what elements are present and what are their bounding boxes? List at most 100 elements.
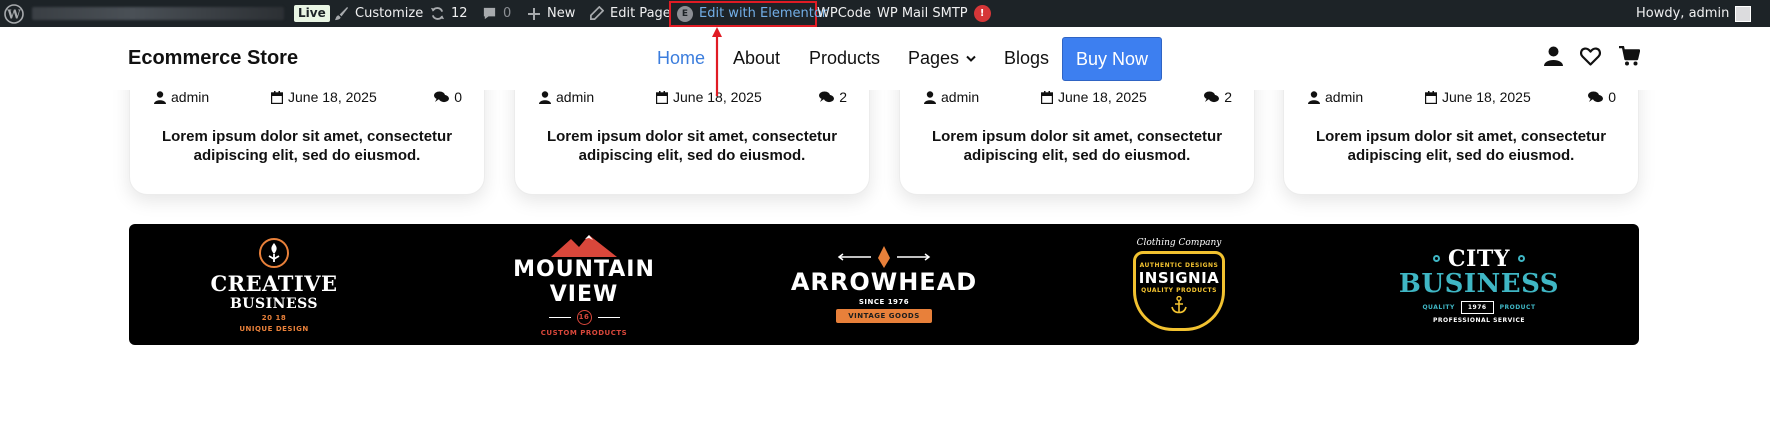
insignia-line3: QUALITY PRODUCTS [1141, 287, 1217, 294]
new-label: New [547, 6, 576, 21]
comments-icon [1588, 91, 1604, 103]
mountain-icon [551, 234, 617, 257]
nav-pages-label: Pages [908, 48, 960, 68]
mountain-subtitle: CUSTOM PRODUCTS [540, 328, 628, 337]
nav-home[interactable]: Home [657, 48, 705, 69]
insignia-line2: AUTHENTIC DESIGNS [1139, 262, 1219, 269]
avatar [1735, 5, 1752, 22]
wpcode-link[interactable]: WPCode [817, 0, 871, 27]
creative-line2: BUSINESS [229, 295, 319, 312]
city-right-label: PRODUCT [1499, 303, 1536, 311]
city-title: CITY [1448, 245, 1510, 272]
user-icon [924, 90, 936, 104]
flame-emblem-icon [259, 237, 289, 268]
chevron-down-icon [966, 55, 976, 62]
post-date: June 18, 2025 [1041, 89, 1147, 105]
post-excerpt: Lorem ipsum dolor sit amet, consectetur … [546, 128, 838, 164]
nav-products[interactable]: Products [809, 48, 880, 69]
customize-link[interactable]: Customize [334, 0, 423, 27]
comments-icon [819, 91, 835, 103]
calendar-icon [271, 90, 283, 104]
post-comments[interactable]: 2 [819, 89, 847, 105]
comments-icon [434, 91, 450, 103]
site-name-link[interactable] [32, 7, 284, 20]
creative-line4: UNIQUE DESIGN [239, 324, 309, 333]
wordpress-icon[interactable]: W [4, 0, 24, 27]
user-icon [539, 90, 551, 104]
edit-page-label: Edit Page [610, 6, 671, 21]
mountain-title: MOUNTAIN VIEW [513, 256, 655, 307]
brush-icon [334, 6, 349, 21]
post-comments[interactable]: 0 [434, 89, 462, 105]
post-date: June 18, 2025 [271, 89, 377, 105]
arrowhead-since: SINCE 1976 [858, 298, 910, 306]
post-excerpt: Lorem ipsum dolor sit amet, consectetur … [161, 128, 453, 164]
nav-blogs[interactable]: Blogs [1004, 48, 1049, 69]
smtp-label: WP Mail SMTP [877, 6, 968, 21]
updates-link[interactable]: 12 [430, 0, 468, 27]
edit-page-link[interactable]: Edit Page [589, 0, 671, 27]
new-link[interactable]: New [527, 0, 575, 27]
calendar-icon [1041, 90, 1053, 104]
post-comments[interactable]: 0 [1588, 89, 1616, 105]
mountain-badge: 16 [576, 309, 592, 325]
post-date: June 18, 2025 [1425, 89, 1531, 105]
post-author[interactable]: admin [539, 89, 594, 105]
heart-icon[interactable] [1580, 47, 1601, 66]
city-bottom: PROFESSIONAL SERVICE [1432, 316, 1526, 324]
arrowhead-logo: ARROWHEAD SINCE 1976 VINTAGE GOODS [791, 224, 976, 345]
comments-count: 0 [503, 6, 512, 21]
arrowhead-ribbon: VINTAGE GOODS [836, 309, 932, 323]
calendar-icon [1425, 90, 1437, 104]
creative-business-logo: CREATIVE BUSINESS 20 18 UNIQUE DESIGN [199, 224, 349, 345]
refresh-icon [430, 7, 445, 20]
post-excerpt: Lorem ipsum dolor sit amet, consectetur … [1315, 128, 1607, 164]
insignia-top: Clothing Company [1136, 238, 1222, 248]
nav-pages[interactable]: Pages [908, 48, 976, 69]
smtp-notification-badge: ! [973, 5, 991, 22]
site-header: Ecommerce Store Home About Products Page… [0, 27, 1770, 90]
post-excerpt: Lorem ipsum dolor sit amet, consectetur … [931, 128, 1223, 164]
pencil-icon [590, 6, 604, 20]
city-dot-right [1517, 255, 1525, 262]
arrowhead-icon [837, 246, 931, 268]
post-author[interactable]: admin [924, 89, 979, 105]
comment-icon [483, 7, 496, 20]
post-comments[interactable]: 2 [1204, 89, 1232, 105]
city-dot-left [1433, 255, 1441, 262]
calendar-icon [656, 90, 668, 104]
arrowhead-title: ARROWHEAD [790, 268, 978, 296]
insignia-shield: AUTHENTIC DESIGNS INSIGNIA QUALITY PRODU… [1133, 251, 1225, 331]
cart-icon[interactable] [1619, 46, 1640, 66]
post-author[interactable]: admin [154, 89, 209, 105]
annotation-arrow [712, 27, 722, 96]
city-business-logo: CITY BUSINESS QUALITY 1976 PRODUCT PROFE… [1399, 224, 1559, 345]
anchor-icon [1171, 296, 1187, 314]
my-account-link[interactable]: Howdy, admin [1636, 0, 1752, 27]
brand-logo-banner: CREATIVE BUSINESS 20 18 UNIQUE DESIGN MO… [129, 224, 1639, 345]
nav-about[interactable]: About [733, 48, 780, 69]
live-badge: Live [294, 0, 330, 27]
site-brand[interactable]: Ecommerce Store [128, 47, 298, 70]
wp-mail-smtp-link[interactable]: WP Mail SMTP ! [877, 0, 991, 27]
comments-icon [1204, 91, 1220, 103]
customize-label: Customize [355, 6, 424, 21]
admin-bar: W Live Customize 12 0 New Edit Page E Ed… [0, 0, 1770, 27]
buy-now-button[interactable]: Buy Now [1062, 37, 1162, 81]
mountain-view-logo: MOUNTAIN VIEW 16 CUSTOM PRODUCTS [499, 224, 669, 345]
post-date: June 18, 2025 [656, 89, 762, 105]
creative-title: CREATIVE [210, 270, 338, 296]
insignia-title: INSIGNIA [1138, 269, 1220, 287]
user-icon [154, 90, 166, 104]
account-icon[interactable] [1544, 46, 1563, 66]
comments-link[interactable]: 0 [482, 0, 511, 27]
creative-line3: 20 18 [261, 313, 287, 322]
edit-with-elementor-link[interactable]: E Edit with Elementor [677, 0, 827, 27]
post-author[interactable]: admin [1308, 89, 1363, 105]
city-badge: 1976 [1460, 300, 1494, 314]
user-icon [1308, 90, 1320, 104]
wpcode-label: WPCode [817, 6, 871, 21]
plus-icon [528, 7, 540, 20]
updates-count: 12 [451, 6, 468, 21]
insignia-logo: Clothing Company AUTHENTIC DESIGNS INSIG… [1119, 224, 1239, 345]
